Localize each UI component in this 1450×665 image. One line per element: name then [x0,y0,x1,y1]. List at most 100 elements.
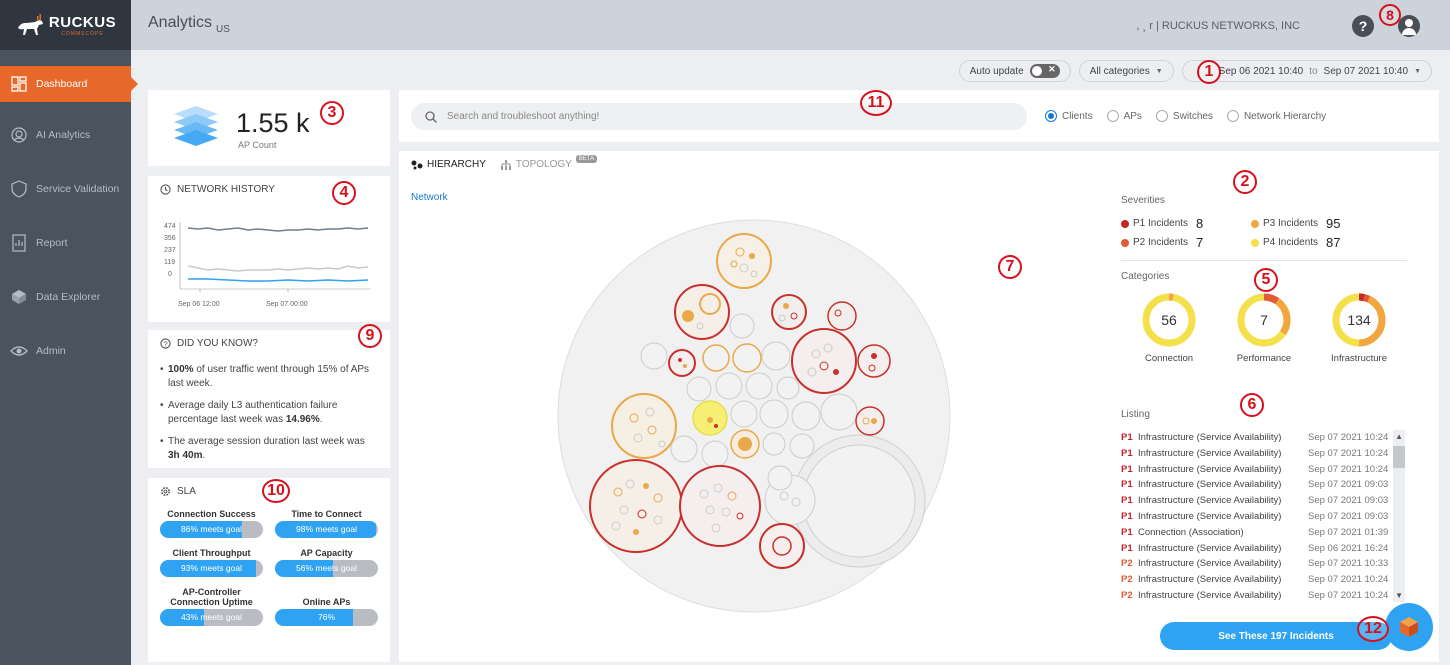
incident-time: Sep 07 2021 10:24 [1308,447,1389,459]
list-item[interactable]: P1 Infrastructure (Service Availability) S… [1121,541,1405,557]
sidebar-item-dashboard[interactable]: Dashboard [0,66,138,102]
sidebar-item-service-validation[interactable]: Service Validation [0,162,131,216]
hierarchy-bubble-chart[interactable] [554,216,954,616]
tab-topology[interactable]: TOPOLOGY BETA [500,154,598,170]
donut-value: 7 [1260,312,1268,328]
auto-update-control[interactable]: Auto update [958,60,1071,82]
user-avatar-icon[interactable] [1398,15,1420,37]
sla-client-throughput[interactable]: Client Throughput 93% meets goal [160,548,263,577]
sla-bar: 76% [275,609,378,626]
filter-bar: Auto update All categories ▼ Sep 06 2021… [958,60,1432,82]
sidebar-item-report[interactable]: Report [0,216,131,270]
org-name[interactable]: , ¸ r | RUCKUS NETWORKS, INC [1136,20,1300,32]
list-item[interactable]: P2 Infrastructure (Service Availability) S… [1121,556,1405,572]
sla-name: Online APs [302,597,351,607]
list-item[interactable]: P1 Infrastructure (Service Availability) S… [1121,462,1405,478]
sla-name: AP-Controller Connection Uptime [170,587,253,607]
severity-p1[interactable]: P1 Incidents 8 [1121,216,1251,231]
radio-icon [1155,110,1168,122]
list-item[interactable]: P2 Infrastructure (Service Availability) S… [1121,572,1405,588]
sidebar-item-ai-analytics[interactable]: AI Analytics [0,108,131,162]
logo-sub: COMMSCOPE [61,30,104,37]
sidebar-item-data-explorer[interactable]: Data Explorer [0,270,131,324]
sidebar-item-label: Report [36,237,68,249]
sla-bar: 98% meets goal [275,521,378,538]
ap-count-card[interactable]: 1.55 k AP Count [148,90,390,166]
sla-connection-success[interactable]: Connection Success 86% meets goal [160,509,263,538]
sidebar-item-admin[interactable]: Admin [0,324,131,378]
sidebar-item-label: AI Analytics [36,129,91,141]
scroll-up-icon[interactable]: ▲ [1395,432,1403,441]
radio-switches[interactable]: Switches [1155,110,1213,122]
incident-time: Sep 07 2021 10:24 [1308,432,1389,443]
category-label: Connection [1144,353,1194,364]
tab-hierarchy[interactable]: HIERARCHY [411,159,486,170]
incident-time: Sep 07 2021 01:39 [1308,526,1389,538]
sla-ap-capacity[interactable]: AP Capacity 56% meets goal [275,548,378,577]
radio-label: Switches [1172,110,1213,122]
severities-grid: P1 Incidents 8 P3 Incidents 95 P2 Incident… [1121,216,1407,250]
sla-name: Client Throughput [172,548,251,558]
list-item[interactable]: P1 Infrastructure (Service Availability) S… [1121,509,1405,525]
category-connection[interactable]: 56 Connection [1129,292,1209,364]
category-select[interactable]: All categories ▼ [1078,60,1174,82]
category-infrastructure[interactable]: 134 Infrastructure [1319,292,1399,364]
hierarchy-icon [411,160,423,169]
admin-icon [8,345,30,357]
radio-network-hierarchy[interactable]: Network Hierarchy [1226,110,1326,122]
priority-label: P1 [1121,447,1133,459]
bubble [679,465,761,547]
list-item[interactable]: P1 Connection (Association) Sep 07 2021 01… [1121,525,1405,541]
search-input[interactable] [447,111,1007,122]
bubble [643,483,649,489]
priority-label: P2 [1121,574,1133,586]
list-item[interactable]: P1 Infrastructure (Service Availability) S… [1121,477,1405,493]
incident-time: Sep 06 2021 16:24 [1308,542,1389,554]
view-tabs: HIERARCHY TOPOLOGY BETA [411,154,598,170]
sla-name: Connection Success [167,509,256,519]
listing-scrollbar[interactable]: ▲ ▼ [1393,430,1405,602]
severity-count: 7 [1196,235,1204,250]
list-item[interactable]: P1 Infrastructure (Service Availability) S… [1121,493,1405,509]
incident-category: Infrastructure (Service Availability) [1138,495,1282,507]
sla-ap-controller-uptime[interactable]: AP-Controller Connection Uptime 43% meet… [160,587,263,626]
priority-label: P1 [1121,495,1133,507]
breadcrumb-network[interactable]: Network [411,192,448,203]
scroll-thumb[interactable] [1393,446,1405,468]
list-item[interactable]: P2 Infrastructure (Service Availability) S… [1121,588,1405,602]
severity-p2[interactable]: P2 Incidents 7 [1121,235,1251,250]
incident-category: Infrastructure (Service Availability) [1138,589,1282,601]
y-tick: 356 [164,235,176,242]
sla-online-aps[interactable]: Online APs 76% [275,587,378,626]
search-box[interactable] [411,103,1027,130]
bubble [683,364,687,368]
sidebar-item-label: Data Explorer [36,291,101,303]
listing-rows[interactable]: P1 Infrastructure (Service Availability) S… [1121,430,1405,602]
incident-category: Infrastructure (Service Availability) [1138,447,1282,459]
sla-fill [275,609,354,626]
p1-dot [1121,219,1129,228]
annotation-1: 1 [1197,60,1221,84]
auto-update-toggle[interactable] [1029,64,1060,78]
help-widget-button[interactable] [1385,603,1433,651]
sla-time-to-connect[interactable]: Time to Connect 98% meets goal [275,509,378,538]
help-icon[interactable]: ? [1352,15,1374,37]
category-performance[interactable]: 7 Performance [1224,292,1304,364]
data-explorer-icon [8,289,30,305]
radio-clients[interactable]: Clients [1045,110,1093,122]
list-item[interactable]: P1 Infrastructure (Service Availability) S… [1121,430,1405,446]
sla-card[interactable]: SLA Connection Success 86% meets goal Ti… [148,478,390,662]
top-header: Analytics US , ¸ r | RUCKUS NETWORKS, INC… [131,0,1450,50]
tab-label: TOPOLOGY [515,159,572,170]
scroll-down-icon[interactable]: ▼ [1395,591,1403,600]
categories-row: 56 Connection 7 Performance 134 Infrastr… [1121,292,1407,364]
list-item[interactable]: P1 Infrastructure (Service Availability) S… [1121,446,1405,462]
severity-p4[interactable]: P4 Incidents 87 [1251,235,1381,250]
severity-p3[interactable]: P3 Incidents 95 [1251,216,1381,231]
bubble [730,400,758,428]
sla-bar: 56% meets goal [275,560,378,577]
radio-aps[interactable]: APs [1106,110,1142,122]
bubble [871,353,877,359]
incident-listing: Listing P1 Infrastructure (Service Availa… [1121,409,1405,602]
ruckus-logo[interactable]: RUCKUS COMMSCOPE [0,0,131,50]
